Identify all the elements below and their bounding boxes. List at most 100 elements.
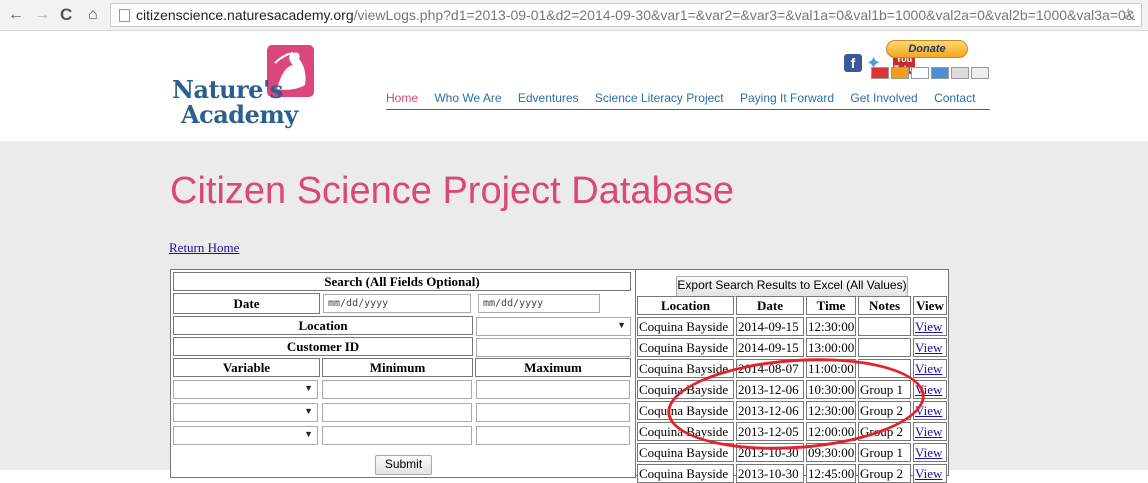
cell-location: Coquina Bayside [637,338,734,357]
card-icon [911,67,929,79]
column-header-date: Date [736,296,804,315]
return-home-link[interactable]: Return Home [169,240,239,256]
cell-notes: Group 2 [858,422,911,441]
donate-button[interactable]: Donate [886,40,968,58]
cell-time: 10:30:00 [806,380,856,399]
cell-time: 13:00:00 [806,338,856,357]
location-label: Location [173,316,473,335]
cell-date: 2013-12-06 [736,401,804,420]
maximum-input-2[interactable] [476,403,630,422]
date-label: Date [173,293,320,314]
card-icon [891,67,909,79]
view-link[interactable]: View [913,443,947,462]
site-header: Nature's Academy f ✦ YouTube Donate Home… [0,31,1148,141]
minimum-input-3[interactable] [322,426,472,445]
cell-location: Coquina Bayside [637,317,734,336]
variable-label: Variable [173,358,320,377]
cell-location: Coquina Bayside [637,359,734,378]
url-path: /viewLogs.php?d1=2013-09-01&d2=2014-09-3… [353,7,1136,23]
customer-id-label: Customer ID [173,337,473,356]
column-header-view: View [913,296,947,315]
column-header-time: Time [806,296,856,315]
view-link[interactable]: View [913,401,947,420]
minimum-label: Minimum [322,358,473,377]
bookmark-star-icon[interactable]: ☆ [1122,4,1135,26]
nav-science-literacy-project[interactable]: Science Literacy Project [595,91,724,105]
cell-time: 12:30:00 [806,401,856,420]
cell-time: 12:00:00 [806,422,856,441]
cell-time: 11:00:00 [806,359,856,378]
chevron-down-icon: ▼ [304,383,313,393]
nav-who-we-are[interactable]: Who We Are [434,91,501,105]
nav-contact[interactable]: Contact [934,91,975,105]
card-icon [931,67,949,79]
address-bar[interactable]: citizenscience.naturesacademy.org/viewLo… [110,3,1142,27]
cell-location: Coquina Bayside [637,443,734,462]
view-link[interactable]: View [913,338,947,357]
cell-notes [858,338,911,357]
view-link[interactable]: View [913,464,947,483]
cell-time: 12:30:00 [806,317,856,336]
date-to-input[interactable]: mm/dd/yyyy [478,294,600,313]
nav-paying-it-forward[interactable]: Paying It Forward [740,91,834,105]
minimum-input-1[interactable] [322,380,472,399]
maximum-input-1[interactable] [476,380,630,399]
cell-date: 2014-08-07 [736,359,804,378]
submit-button[interactable]: Submit [375,455,432,475]
chevron-down-icon: ▼ [304,406,313,416]
browser-toolbar: ← → C ⌂ citizenscience.naturesacademy.or… [0,0,1148,31]
search-heading: Search (All Fields Optional) [173,272,631,291]
nav-edventures[interactable]: Edventures [518,91,579,105]
nav-home[interactable]: Home [386,91,418,105]
main-nav: Home Who We Are Edventures Science Liter… [386,91,990,110]
back-arrow-icon[interactable]: ← [8,5,24,25]
reload-icon[interactable]: C [60,5,72,25]
cell-notes: Group 2 [858,464,911,483]
main-content: Citizen Science Project Database Return … [0,141,1148,483]
variable-select-1[interactable]: ▼ [173,380,318,399]
view-link[interactable]: View [913,380,947,399]
url-host: citizenscience.naturesacademy.org [136,7,354,23]
location-select[interactable]: ▼ [476,317,631,336]
cell-date: 2013-10-30 [736,464,804,483]
search-form: Search (All Fields Optional) Date mm/dd/… [170,269,636,478]
export-excel-button[interactable]: Export Search Results to Excel (All Valu… [676,276,908,297]
cell-location: Coquina Bayside [637,464,734,483]
customer-id-input[interactable] [476,338,631,357]
page-title: Citizen Science Project Database [170,170,734,212]
home-icon[interactable]: ⌂ [88,5,98,25]
facebook-icon[interactable]: f [844,54,862,72]
maximum-label: Maximum [475,358,631,377]
variable-select-3[interactable]: ▼ [173,426,318,445]
card-icon [951,67,969,79]
cell-notes [858,359,911,378]
cell-date: 2014-09-15 [736,317,804,336]
cell-location: Coquina Bayside [637,380,734,399]
card-icon [871,67,889,79]
date-from-input[interactable]: mm/dd/yyyy [323,294,471,313]
card-icon [971,67,989,79]
cell-time: 09:30:00 [806,443,856,462]
column-header-location: Location [637,296,734,315]
minimum-input-2[interactable] [322,403,472,422]
cell-notes: Group 1 [858,380,911,399]
site-logo[interactable]: Nature's Academy [172,77,312,127]
view-link[interactable]: View [913,422,947,441]
variable-select-2[interactable]: ▼ [173,403,318,422]
nav-get-involved[interactable]: Get Involved [850,91,917,105]
cell-notes: Group 2 [858,401,911,420]
cell-time: 12:45:00 [806,464,856,483]
logo-line-2: Academy [181,100,298,129]
cell-notes: Group 1 [858,443,911,462]
view-link[interactable]: View [913,359,947,378]
payment-cards [871,66,991,84]
view-link[interactable]: View [913,317,947,336]
results-table: Export Search Results to Excel (All Valu… [635,269,949,483]
column-header-notes: Notes [858,296,911,315]
cell-date: 2013-12-06 [736,380,804,399]
forward-arrow-icon[interactable]: → [34,5,50,25]
cell-date: 2013-10-30 [736,443,804,462]
cell-date: 2013-12-05 [736,422,804,441]
maximum-input-3[interactable] [476,426,630,445]
cell-location: Coquina Bayside [637,422,734,441]
